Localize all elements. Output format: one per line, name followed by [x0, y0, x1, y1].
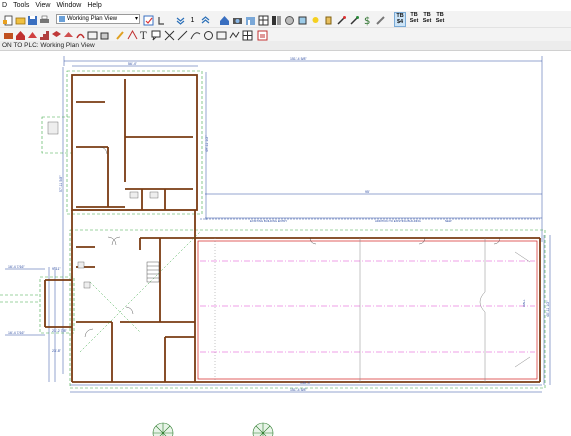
line-icon[interactable] [163, 29, 175, 41]
chevron-down-icon: ▾ [134, 16, 138, 22]
rect-icon[interactable] [74, 29, 85, 40]
label-right-wall: WALL [522, 299, 526, 307]
breadcrumb: ON TO PLC: Working Plan View [0, 41, 571, 51]
dim-top-wing: 56'-4" [128, 62, 138, 66]
door-icon[interactable] [283, 14, 294, 25]
home-icon[interactable] [14, 29, 25, 40]
cube-icon[interactable] [98, 29, 109, 40]
door-swings [84, 146, 501, 338]
pencil-icon[interactable] [114, 29, 125, 40]
tb-set-2-line2: Set [409, 18, 419, 24]
paint-icon[interactable] [348, 14, 359, 25]
view-select-value: Working Plan View [67, 16, 118, 22]
dim-top-overall: 151'-4 5/8" [290, 57, 307, 61]
dim-left-e: 23'-8" [52, 349, 62, 353]
walls [44, 74, 541, 383]
svg-text:$: $ [364, 16, 370, 26]
dim-left-c: 16'-4 7/16" [8, 331, 25, 335]
down-icon[interactable] [174, 14, 185, 25]
slash-icon[interactable] [176, 29, 188, 41]
tb-set-4-line2: Set [435, 18, 445, 24]
tb-set-1-button[interactable]: TB $4 [394, 12, 406, 27]
text-icon[interactable]: T [138, 29, 149, 41]
pdf-icon[interactable] [256, 29, 268, 41]
menu-bar: D Tools View Window Help [0, 0, 571, 11]
dim-left-height: 57'-11 5/8" [59, 175, 63, 192]
menu-item-help[interactable]: Help [85, 2, 105, 9]
dim-mid-span: 95' [365, 190, 370, 194]
floor-number[interactable]: 1 [187, 14, 198, 25]
stair-icon[interactable] [38, 29, 49, 40]
dim-left-a: 16'-4 7/16" [8, 265, 25, 269]
dimension-icon[interactable] [126, 29, 138, 40]
tb-set-4-button[interactable]: TB Set [434, 12, 446, 27]
dimension-lines [5, 56, 551, 393]
spline-icon[interactable] [228, 29, 240, 40]
grid-lines [214, 238, 531, 382]
plan-icon[interactable] [257, 14, 269, 26]
window-icon[interactable] [296, 14, 307, 25]
camera-icon[interactable] [231, 14, 242, 25]
label-room-b: ADDITION TO EXISTING BUILDING [375, 219, 421, 223]
circle-icon[interactable] [202, 29, 213, 40]
print-icon[interactable] [38, 14, 49, 25]
dim-left-d: 21'-2 7/8" [52, 329, 68, 333]
box-icon[interactable] [86, 29, 98, 40]
floor-plan-drawing: 151'-4 5/8" 56'-4" 49'-11 1/2" 57'-11 5/… [0, 56, 551, 436]
addition-outline [197, 240, 538, 380]
open-icon[interactable] [14, 14, 26, 25]
tb-set-1-line2: $4 [396, 19, 404, 25]
dim-bottom-inner: 135'-3" [300, 381, 312, 385]
dim-bottom-overall: 151'-4 5/8" [290, 388, 307, 392]
house-icon[interactable] [218, 14, 229, 25]
dim-wing-height: 49'-11 1/2" [205, 135, 209, 152]
menu-item-tools[interactable]: Tools [11, 2, 33, 9]
label-room-a: EXISTING BUILDING ENTRY [250, 219, 287, 223]
dim-right-height: 40'-11 1/2" [546, 300, 550, 317]
rectangle-icon[interactable] [215, 29, 227, 40]
view-select[interactable]: Working Plan View ▾ [56, 14, 140, 24]
save-icon[interactable] [26, 14, 37, 25]
callout-icon[interactable] [150, 29, 161, 41]
dollar-icon[interactable]: $ [361, 14, 372, 26]
eyedropper-icon[interactable] [335, 14, 346, 25]
tree-symbols [152, 422, 274, 436]
menu-item-file[interactable]: D [0, 2, 11, 9]
new-plan-icon[interactable] [2, 14, 13, 26]
setback-lines [0, 70, 546, 389]
plan-canvas[interactable]: 151'-4 5/8" 56'-4" 49'-11 1/2" 57'-11 5/… [0, 52, 571, 436]
grid-icon[interactable] [241, 29, 253, 41]
cabinet-icon[interactable] [50, 29, 61, 40]
dim-left-b: 9'-11" [52, 267, 61, 271]
fixture-icon[interactable] [62, 29, 73, 40]
bulb-icon[interactable] [322, 14, 333, 25]
tb-set-3-line2: Set [422, 18, 432, 24]
light-icon[interactable] [309, 14, 320, 25]
up-icon[interactable] [199, 14, 210, 25]
draw-wall-icon[interactable] [2, 29, 13, 40]
checkbox-icon[interactable] [142, 14, 154, 26]
brush-icon[interactable] [374, 14, 385, 25]
arc-icon[interactable] [189, 29, 201, 40]
material-icon[interactable] [270, 14, 281, 25]
svg-text:T: T [140, 31, 147, 41]
help-icon[interactable] [155, 14, 166, 25]
roof-icon[interactable] [26, 29, 37, 40]
elevation-icon[interactable] [244, 14, 255, 25]
tb-set-2-button[interactable]: TB Set [408, 12, 420, 27]
dimension-text: 151'-4 5/8" 56'-4" 49'-11 1/2" 57'-11 5/… [8, 57, 550, 392]
menu-item-view[interactable]: View [33, 2, 54, 9]
menu-item-window[interactable]: Window [54, 2, 85, 9]
label-room-c: NEW [445, 219, 452, 223]
view-select-icon [59, 16, 65, 22]
tb-set-3-button[interactable]: TB Set [421, 12, 433, 27]
